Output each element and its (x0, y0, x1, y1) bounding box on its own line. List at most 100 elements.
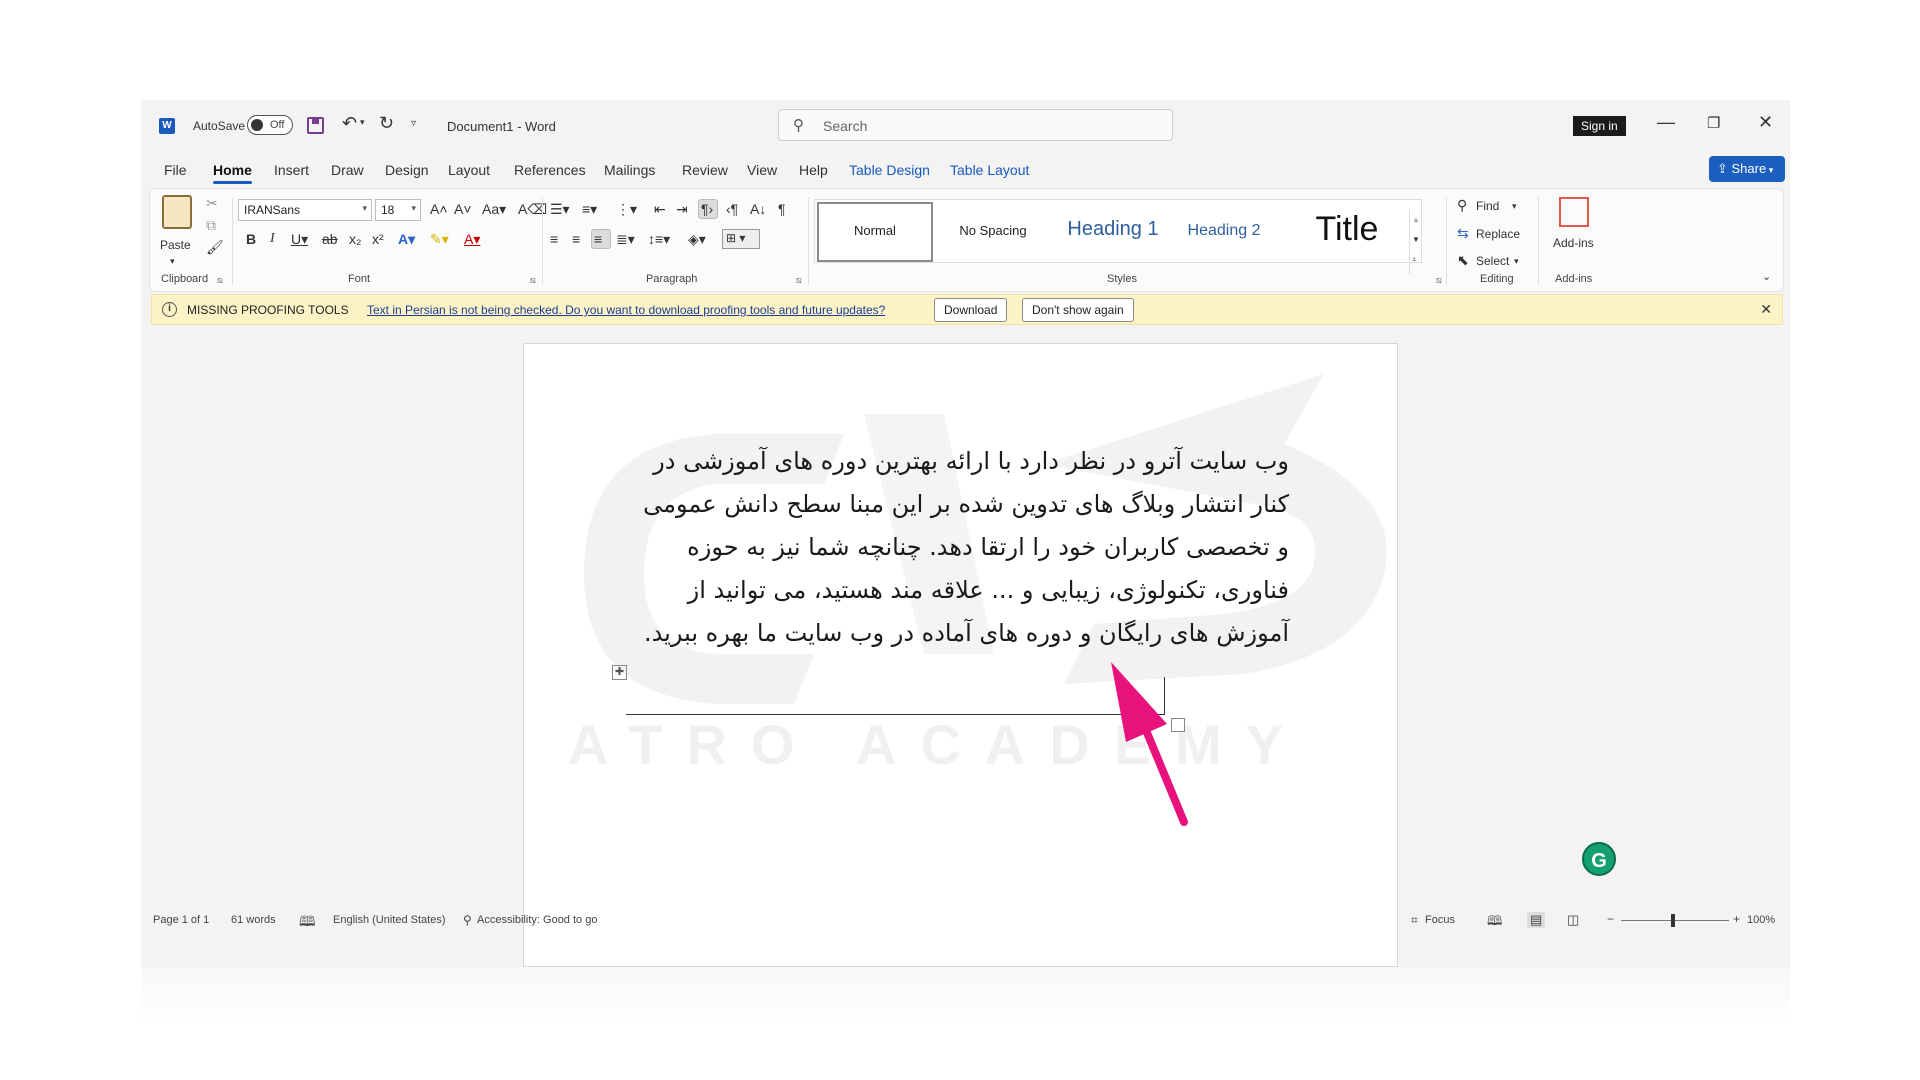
align-center-icon[interactable]: ≡ (572, 231, 580, 247)
print-layout-icon[interactable]: ▤ (1527, 912, 1546, 928)
redo-icon[interactable]: ↻ (379, 113, 394, 134)
minimize-icon[interactable]: — (1657, 112, 1675, 133)
rtl-icon[interactable]: ‹¶ (726, 201, 738, 217)
font-size-dropdown[interactable]: 18 ▾ (375, 199, 421, 221)
zoom-out-icon[interactable]: − (1607, 912, 1614, 926)
page-count[interactable]: Page 1 of 1 (153, 914, 209, 926)
font-color-icon[interactable]: A▾ (464, 231, 480, 247)
bold-icon[interactable]: B (246, 231, 256, 247)
grammarly-icon[interactable]: G (1582, 842, 1616, 876)
addins-button-label[interactable]: Add-ins (1553, 235, 1594, 251)
tab-help[interactable]: Help (799, 162, 828, 178)
tab-review[interactable]: Review (682, 162, 728, 178)
tab-references[interactable]: References (514, 162, 586, 178)
zoom-in-icon[interactable]: + (1733, 912, 1740, 926)
zoom-level[interactable]: 100% (1747, 914, 1775, 926)
replace-label[interactable]: Replace (1476, 226, 1520, 242)
tab-draw[interactable]: Draw (331, 162, 364, 178)
addins-icon[interactable] (1559, 197, 1589, 227)
document-page[interactable]: ATRO ACADEMY وب سایت آترو در نظر دارد با… (523, 343, 1398, 967)
dont-show-again-button[interactable]: Don't show again (1022, 298, 1134, 322)
tab-layout[interactable]: Layout (448, 162, 490, 178)
download-button[interactable]: Download (934, 298, 1008, 322)
autosave-toggle[interactable]: Off (247, 115, 293, 135)
styles-launcher-icon[interactable]: ⧅ (1436, 275, 1442, 286)
zoom-slider[interactable] (1621, 920, 1729, 921)
style-title[interactable]: Title (1285, 202, 1409, 262)
tab-mailings[interactable]: Mailings (604, 162, 655, 178)
scroll-down-icon[interactable]: ▼ (1412, 232, 1420, 248)
customize-qat-icon[interactable]: ▿ (411, 118, 416, 129)
style-heading-2[interactable]: Heading 2 (1171, 202, 1277, 262)
justify-icon[interactable]: ≣▾ (616, 231, 635, 247)
tab-insert[interactable]: Insert (274, 162, 309, 178)
highlight-icon[interactable]: ✎▾ (430, 231, 449, 247)
bullets-icon[interactable]: ☰▾ (550, 201, 570, 217)
chevron-down-icon[interactable]: ▾ (1514, 253, 1519, 269)
style-normal[interactable]: Normal (817, 202, 933, 262)
save-icon[interactable] (307, 117, 324, 134)
infobar-message-link[interactable]: Text in Persian is not being checked. Do… (367, 303, 885, 317)
zoom-slider-thumb[interactable] (1671, 914, 1675, 927)
shrink-font-icon[interactable]: A˅ (454, 201, 472, 217)
read-mode-icon[interactable]: 🕮 (1487, 912, 1502, 934)
paste-label[interactable]: Paste (160, 237, 191, 253)
change-case-icon[interactable]: Aa▾ (482, 201, 506, 217)
cut-icon[interactable]: ✂ (206, 195, 218, 211)
restore-icon[interactable]: ❐ (1707, 114, 1720, 132)
subscript-icon[interactable]: x₂ (349, 231, 361, 247)
proofing-icon[interactable]: 🕮 (299, 911, 316, 935)
tab-table-layout[interactable]: Table Layout (950, 162, 1029, 178)
search-input[interactable]: Search (823, 118, 867, 134)
font-name-dropdown[interactable]: IRANSans ▾ (238, 199, 372, 221)
focus-icon[interactable]: ⌗ (1411, 913, 1418, 928)
style-no-spacing[interactable]: No Spacing (935, 202, 1051, 262)
decrease-indent-icon[interactable]: ⇤ (654, 201, 666, 217)
focus-label[interactable]: Focus (1425, 914, 1455, 926)
styles-scroll[interactable]: ▲ ▼ ⩡ (1409, 210, 1423, 274)
strikethrough-icon[interactable]: ab (322, 231, 338, 247)
sort-icon[interactable]: A↓ (750, 201, 766, 217)
scroll-up-icon[interactable]: ▲ (1412, 212, 1420, 228)
close-icon[interactable]: ✕ (1760, 301, 1772, 318)
word-count[interactable]: 61 words (231, 914, 276, 926)
paragraph-launcher-icon[interactable]: ⧅ (796, 275, 802, 286)
superscript-icon[interactable]: x² (372, 231, 384, 247)
undo-dropdown-icon[interactable]: ▾ (360, 117, 365, 128)
find-icon[interactable]: ⚲ (1457, 197, 1467, 213)
font-launcher-icon[interactable]: ⧅ (530, 275, 536, 286)
copy-icon[interactable]: ⧉ (206, 217, 216, 233)
text-effects-icon[interactable]: A▾ (398, 231, 415, 247)
paste-icon[interactable] (162, 195, 192, 229)
shading-icon[interactable]: ◈▾ (688, 231, 706, 247)
underline-icon[interactable]: U▾ (291, 231, 308, 247)
select-label[interactable]: Select (1476, 253, 1509, 269)
style-heading-1[interactable]: Heading 1 (1055, 202, 1171, 262)
expand-gallery-icon[interactable]: ⩡ (1412, 252, 1417, 268)
undo-icon[interactable]: ↶ (342, 113, 357, 134)
increase-indent-icon[interactable]: ⇥ (676, 201, 688, 217)
numbering-icon[interactable]: ≡▾ (582, 201, 597, 217)
share-button[interactable]: ⇪ Share ▾ (1709, 156, 1785, 182)
sign-in-button[interactable]: Sign in (1573, 116, 1626, 136)
line-spacing-icon[interactable]: ↕≡▾ (648, 231, 670, 247)
tab-file[interactable]: File (164, 162, 187, 178)
clipboard-launcher-icon[interactable]: ⧅ (217, 275, 223, 286)
tab-table-design[interactable]: Table Design (849, 162, 930, 178)
grow-font-icon[interactable]: A˄ (430, 201, 448, 217)
accessibility-status[interactable]: Accessibility: Good to go (477, 914, 597, 926)
borders-dropdown[interactable]: ⊞ ▾ (722, 229, 760, 249)
tab-design[interactable]: Design (385, 162, 429, 178)
language-indicator[interactable]: English (United States) (333, 914, 446, 926)
close-icon[interactable]: ✕ (1758, 112, 1773, 133)
multilevel-list-icon[interactable]: ⋮▾ (616, 201, 637, 217)
tab-view[interactable]: View (747, 162, 777, 178)
align-left-icon[interactable]: ≡ (550, 231, 558, 247)
show-formatting-icon[interactable]: ¶ (778, 201, 786, 217)
paste-dropdown-icon[interactable]: ▾ (170, 253, 175, 269)
tab-home[interactable]: Home (213, 162, 252, 184)
search-box[interactable]: ⚲ Search (778, 109, 1173, 141)
web-layout-icon[interactable]: ◫ (1567, 912, 1579, 928)
chevron-down-icon[interactable]: ▾ (1512, 198, 1517, 214)
replace-icon[interactable]: ⇆ (1457, 225, 1469, 241)
